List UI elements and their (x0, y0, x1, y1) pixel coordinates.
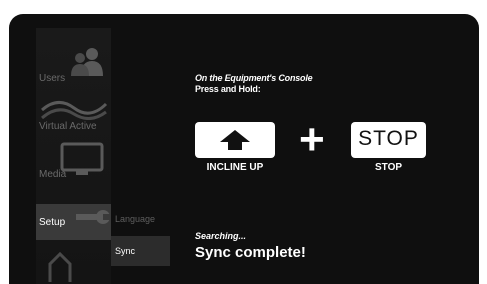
sync-status: Sync complete! (195, 244, 306, 261)
sidebar-item-users[interactable]: Users (36, 42, 111, 90)
submenu-item-sync[interactable]: Sync (111, 236, 170, 266)
waves-icon (41, 101, 108, 120)
sidebar-item-label: Setup (39, 217, 66, 228)
sidebar-item-home[interactable] (36, 248, 111, 284)
up-arrow-icon (220, 130, 250, 150)
home-icon (48, 252, 72, 282)
sidebar-menu: Users Virtual Active Media Setup (36, 28, 111, 284)
sidebar-item-virtual-active[interactable]: Virtual Active (36, 90, 111, 138)
monitor-icon (60, 142, 104, 175)
sidebar-item-label: Media (39, 169, 67, 180)
sidebar-item-setup[interactable]: Setup (36, 204, 111, 240)
wrench-icon (76, 210, 110, 224)
instruction-line2: Press and Hold: (195, 84, 261, 94)
plus-sign: + (299, 115, 325, 164)
users-icon (71, 48, 103, 76)
sidebar-item-label: Virtual Active (39, 121, 97, 132)
sidebar-item-media[interactable]: Media (36, 138, 111, 186)
incline-up-key (195, 122, 275, 158)
submenu-item-language[interactable]: Language (115, 214, 170, 224)
instruction-line1: On the Equipment's Console (195, 73, 313, 83)
stop-label: STOP (374, 162, 403, 173)
stop-key-text: STOP (358, 127, 419, 150)
stop-key: STOP (351, 122, 426, 158)
incline-up-label: INCLINE UP (206, 162, 264, 173)
setup-submenu: Language Sync (111, 204, 170, 284)
sidebar-item-label: Users (39, 73, 66, 84)
searching-text: Searching... (195, 231, 247, 241)
console-screen: Users Virtual Active Media Setup Languag… (9, 14, 479, 284)
